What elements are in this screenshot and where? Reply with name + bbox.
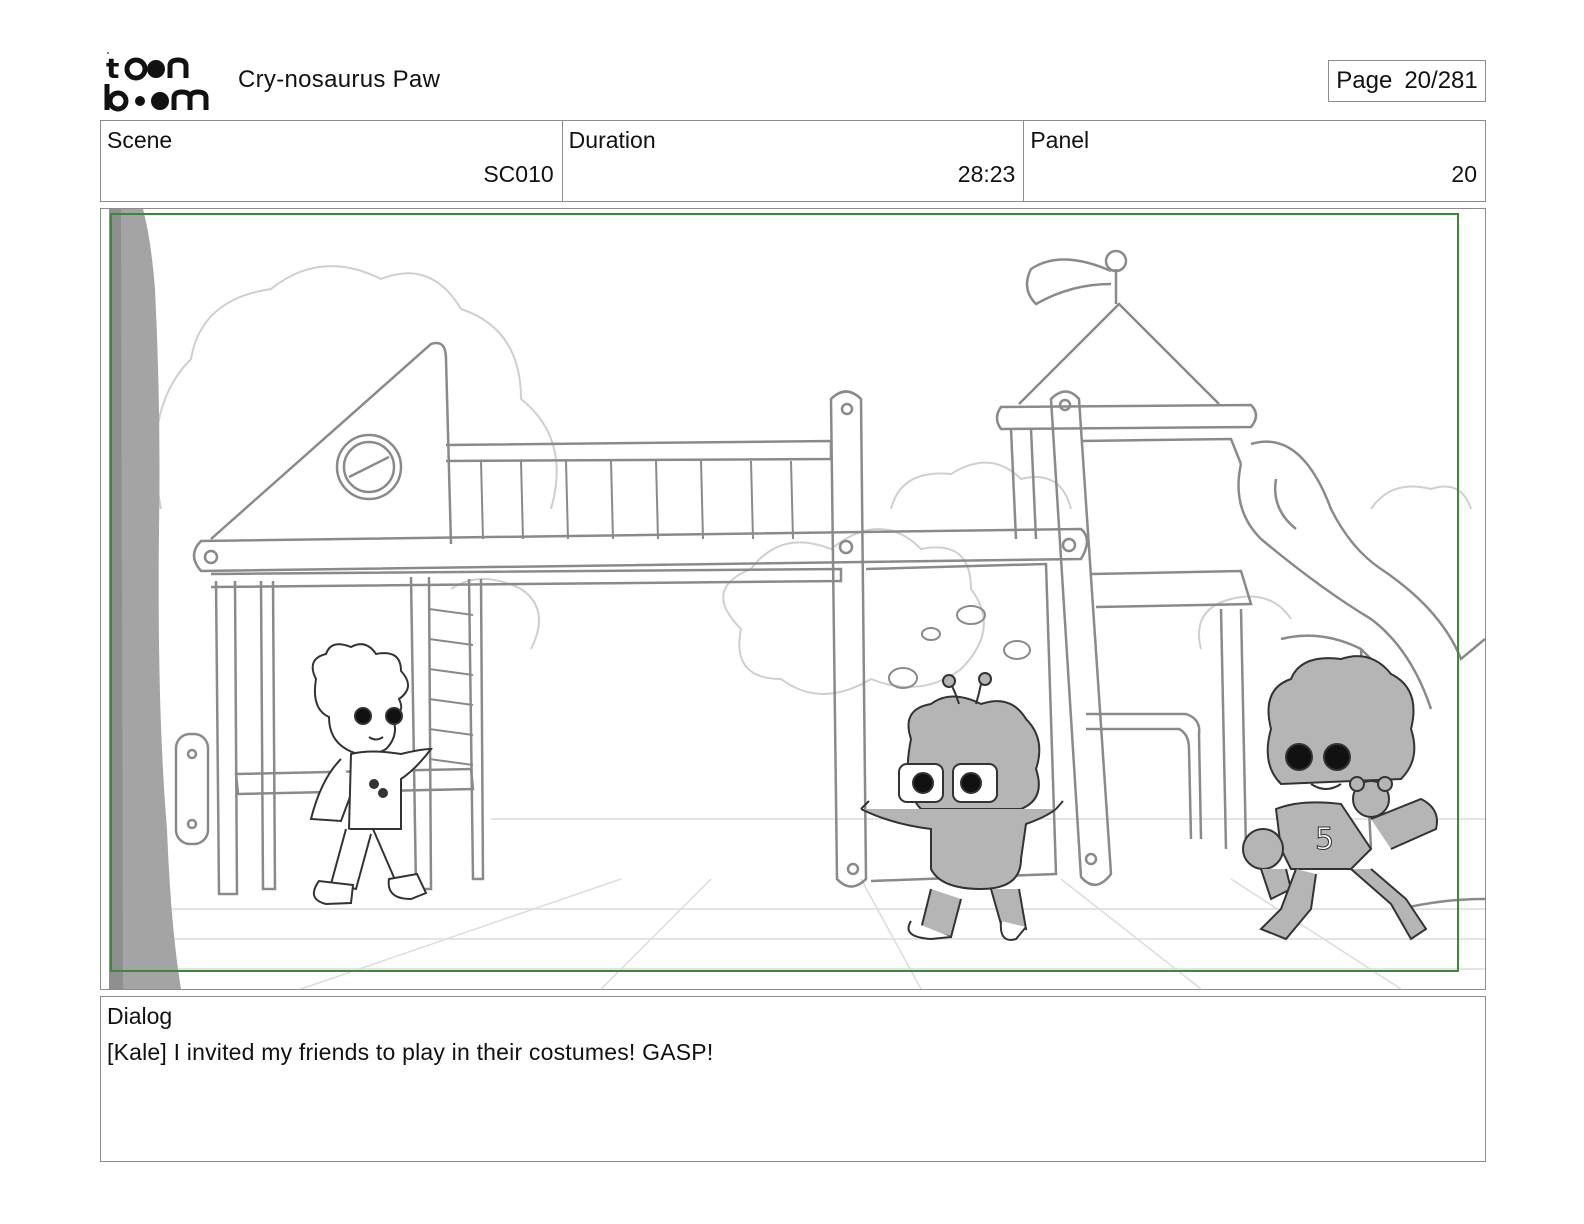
duration-label: Duration — [568, 127, 656, 153]
background-trees — [154, 265, 1472, 695]
dialog-text: [Kale] I invited my friends to play in t… — [107, 1039, 714, 1065]
page-indicator: Page 20/281 — [1328, 60, 1486, 102]
page-number: 20/281 — [1404, 67, 1478, 94]
duration-value: 28:23 — [957, 161, 1016, 187]
panel-value: 20 — [1451, 161, 1478, 187]
dialog-label: Dialog — [107, 1003, 173, 1029]
project-title: Cry-nosaurus Paw — [238, 66, 441, 93]
dialog-box: Dialog [Kale] I invited my friends to pl… — [100, 996, 1486, 1162]
panel-sketch: 5 — [109, 209, 1485, 989]
page-label: Page — [1336, 67, 1393, 94]
svg-text:t: t — [106, 52, 119, 85]
panel-cell: Panel 20 — [1024, 121, 1485, 201]
character-glasses — [860, 672, 1064, 941]
climbing-holds — [888, 605, 1031, 689]
character-bear-kid: 5 — [1242, 655, 1438, 941]
scene-value: SC010 — [483, 161, 554, 187]
scene-label: Scene — [107, 127, 173, 153]
svg-text:5: 5 — [1315, 822, 1334, 857]
panel-info-row: Scene SC010 Duration 28:23 Panel 20 — [100, 120, 1486, 202]
duration-cell: Duration 28:23 — [563, 121, 1025, 201]
scene-cell: Scene SC010 — [101, 121, 563, 201]
panel-label: Panel — [1030, 127, 1090, 153]
toonboom-logo-icon: t — [104, 52, 209, 112]
storyboard-panel: 5 — [100, 208, 1486, 990]
